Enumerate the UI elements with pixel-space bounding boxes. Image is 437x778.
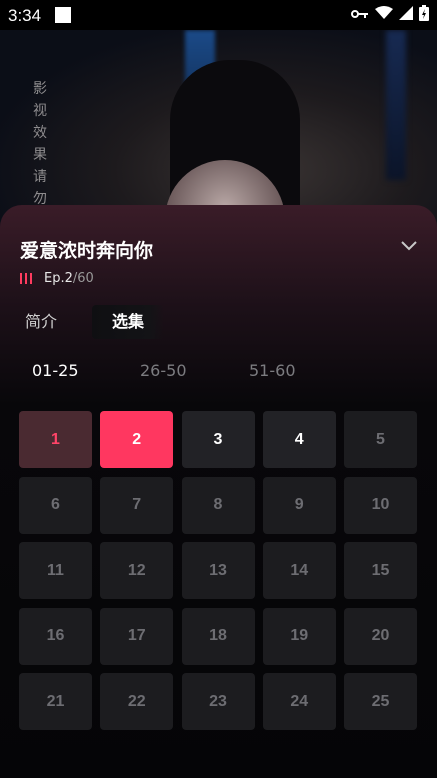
battery-icon [419,5,429,26]
wifi-icon [375,6,393,25]
episode-button[interactable]: 3 [181,411,255,468]
episode-button[interactable]: 8 [181,476,255,534]
episode-button[interactable]: 19 [262,607,336,665]
episode-button[interactable]: 22 [100,673,174,730]
episode-button[interactable]: 25 [344,673,417,730]
episode-button[interactable]: 4 [262,411,336,468]
episode-button[interactable]: 1 [19,411,92,468]
episode-button[interactable]: 9 [262,476,336,534]
episode-button[interactable]: 17 [100,607,174,665]
total-episodes: /60 [72,271,94,286]
episode-progress: Ep.2/60 [44,271,94,286]
status-bar: 3:34 [0,0,437,30]
episode-grid: 1 2 3 4 5 6 7 8 9 10 11 12 13 14 15 16 1… [19,411,417,730]
equalizer-icon [20,273,32,284]
range-51-60[interactable]: 51-60 [249,353,296,389]
episode-range-selector: 01-25 26-50 51-60 [0,353,437,389]
episode-button[interactable]: 14 [262,542,336,599]
episode-button[interactable]: 13 [181,542,255,599]
chevron-down-icon[interactable] [401,237,417,253]
episode-button[interactable]: 10 [344,476,417,534]
signal-icon [399,6,413,25]
range-01-25[interactable]: 01-25 [32,353,79,389]
episode-button[interactable]: 18 [181,607,255,665]
episode-button[interactable]: 11 [19,542,92,599]
episode-button[interactable]: 7 [100,476,174,534]
episode-button[interactable]: 12 [100,542,174,599]
range-26-50[interactable]: 26-50 [140,353,187,389]
tab-intro[interactable]: 简介 [25,305,57,339]
video-player[interactable]: 影视效果 请勿模 [0,30,437,230]
episode-button[interactable]: 16 [19,607,92,665]
notification-icon [55,7,71,23]
stage-light [386,30,406,180]
episode-button[interactable]: 2 [100,411,174,468]
episode-button[interactable]: 21 [19,673,92,730]
tab-bar: 简介 选集 [0,305,437,339]
episode-panel: 爱意浓时奔向你 Ep.2/60 简介 选集 01-25 26-50 51-60 … [0,205,437,778]
episode-button[interactable]: 6 [19,476,92,534]
drama-title: 爱意浓时奔向你 [20,240,154,262]
tab-episodes[interactable]: 选集 [92,305,164,339]
episode-button[interactable]: 24 [262,673,336,730]
episode-info: Ep.2/60 [20,271,94,286]
key-icon [351,7,369,25]
episode-button[interactable]: 23 [181,673,255,730]
current-episode: Ep.2 [44,271,73,286]
status-time: 3:34 [8,6,42,25]
screen: 3:34 影视效果 请勿模 爱意浓时奔向你 [0,0,437,778]
episode-button[interactable]: 5 [344,411,417,468]
episode-button[interactable]: 20 [344,607,417,665]
episode-button[interactable]: 15 [344,542,417,599]
status-icons [351,5,429,26]
